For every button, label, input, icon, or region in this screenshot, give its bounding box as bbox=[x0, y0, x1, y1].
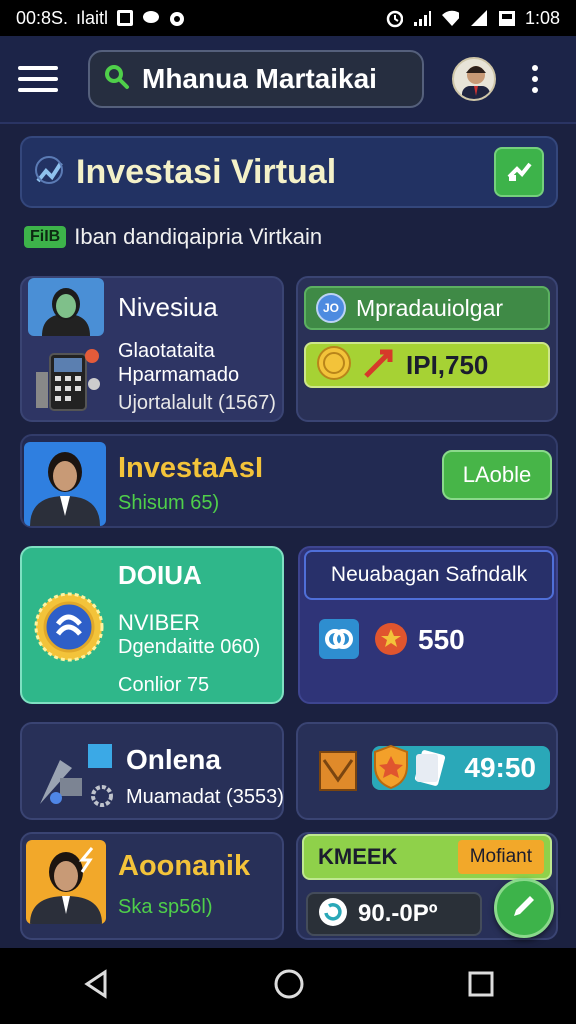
card4-line3: Conlior 75 bbox=[118, 674, 210, 696]
card9-tag: Mofiant bbox=[457, 840, 544, 874]
alarm-small-icon bbox=[168, 9, 186, 27]
chat-icon bbox=[142, 9, 160, 27]
coin-badge-icon: JO bbox=[316, 293, 346, 323]
gold-coin-icon bbox=[316, 345, 352, 386]
app-bar: Mhanua Martaikai bbox=[0, 36, 576, 124]
card3-title: InvestaAsI bbox=[118, 452, 264, 484]
subtitle-tag: FiIB bbox=[24, 226, 67, 248]
card-stack-icon bbox=[412, 748, 446, 793]
investor-portrait-2 bbox=[24, 442, 106, 526]
link-icon bbox=[318, 618, 360, 665]
back-icon[interactable] bbox=[81, 968, 111, 1004]
card7-value: 49:50 bbox=[464, 752, 536, 783]
status-time-left: 00:8S. bbox=[16, 7, 69, 28]
status-bar: 00:8S. ılaitl 1:08 bbox=[0, 0, 576, 36]
card8-title: Aoonanik bbox=[118, 850, 251, 882]
card3-button[interactable]: LAoble bbox=[442, 450, 552, 500]
card1-line3: Ujortalalult (1567) bbox=[118, 392, 276, 414]
featured-card[interactable]: DOIUA NVIBER Dgendaitte 060) Conlior 75 bbox=[20, 546, 284, 704]
search-query: Mhanua Martaikai bbox=[142, 63, 377, 94]
card5-title: Neuabagan Safndalk bbox=[304, 550, 554, 600]
investor-card-2[interactable]: InvestaAsI Shisum 65) LAoble bbox=[20, 434, 558, 528]
trend-icon bbox=[506, 157, 532, 188]
gallery-icon bbox=[116, 9, 134, 27]
card1-line2: Hparmamado bbox=[118, 364, 240, 386]
investor-card-3[interactable]: Aoonanik Ska sp56l) bbox=[20, 832, 284, 940]
status-time-right: 1:08 bbox=[524, 7, 560, 28]
investor-portrait bbox=[28, 278, 104, 336]
investor-portrait-3 bbox=[26, 840, 106, 924]
investor-card-1[interactable]: Nivesiua Glaotataita Hparmamado Ujortala… bbox=[20, 276, 284, 422]
menu-icon[interactable] bbox=[18, 59, 58, 99]
savings-card[interactable]: Neuabagan Safndalk 550 bbox=[298, 546, 558, 704]
online-card[interactable]: Onlena Muamadat (3553) bbox=[20, 722, 284, 820]
timer-card: 49:50 bbox=[296, 722, 558, 820]
gear-icon bbox=[90, 784, 114, 813]
card6-line1: Muamadat (3553) bbox=[126, 786, 284, 808]
balance-label-pill[interactable]: JO Mpradauiolgar bbox=[304, 286, 550, 330]
gold-medal-icon bbox=[34, 592, 104, 667]
title-card: Investasi Virtual bbox=[20, 136, 558, 208]
card4-line2: Dgendaitte 060) bbox=[118, 636, 261, 658]
battery-icon bbox=[497, 9, 515, 27]
overflow-menu-icon[interactable] bbox=[532, 65, 538, 93]
star-coin-icon bbox=[374, 622, 408, 661]
balance-label: Mpradauiolgar bbox=[356, 294, 504, 321]
refresh-icon bbox=[318, 897, 348, 932]
market-value-pill[interactable]: 90.-0Pº bbox=[306, 892, 482, 936]
card1-line1: Glaotataita bbox=[118, 340, 215, 362]
wifi-icon bbox=[441, 9, 459, 27]
wallet-icon bbox=[318, 748, 358, 797]
home-icon[interactable] bbox=[273, 968, 305, 1005]
card1-title: Nivesiua bbox=[118, 292, 218, 322]
system-nav-bar bbox=[0, 948, 576, 1024]
balance-value-pill[interactable]: IPI,750 bbox=[304, 342, 550, 388]
edit-fab[interactable] bbox=[494, 878, 554, 938]
pencil-icon bbox=[510, 892, 538, 925]
profile-avatar[interactable] bbox=[452, 57, 496, 101]
section-subtitle: FiIB Iban dandiqaipria Virtkain bbox=[24, 224, 322, 250]
shield-icon bbox=[372, 744, 410, 795]
alarm-icon bbox=[385, 9, 403, 28]
card8-sub: Ska sp56l) bbox=[118, 896, 213, 918]
balance-card: JO Mpradauiolgar IPI,750 bbox=[296, 276, 558, 422]
market-header[interactable]: KMEEK Mofiant bbox=[302, 834, 552, 880]
chart-logo-icon bbox=[34, 155, 64, 190]
card3-sub: Shisum 65) bbox=[118, 492, 220, 514]
balance-value: IPI,750 bbox=[406, 349, 489, 380]
card6-title: Onlena bbox=[126, 744, 221, 775]
page-title: Investasi Virtual bbox=[76, 152, 337, 191]
carrier-label: ılaitl bbox=[76, 7, 109, 28]
calculator-icon bbox=[32, 344, 104, 419]
signal-icon bbox=[413, 9, 431, 27]
card4-title: DOIUA bbox=[118, 560, 202, 590]
card9-label: KMEEK bbox=[318, 844, 398, 869]
card5-value: 550 bbox=[418, 624, 465, 655]
search-icon bbox=[104, 64, 130, 95]
card9-value: 90.-0Pº bbox=[358, 900, 438, 927]
subtitle-text: Iban dandiqaipria Virtkain bbox=[74, 224, 323, 249]
cell-signal-icon bbox=[469, 9, 487, 27]
trend-button[interactable] bbox=[494, 147, 544, 197]
trend-arrow-icon bbox=[362, 346, 396, 385]
card4-line1: NVIBER bbox=[118, 610, 200, 635]
recents-icon[interactable] bbox=[467, 970, 495, 1003]
search-bar[interactable]: Mhanua Martaikai bbox=[88, 50, 424, 108]
